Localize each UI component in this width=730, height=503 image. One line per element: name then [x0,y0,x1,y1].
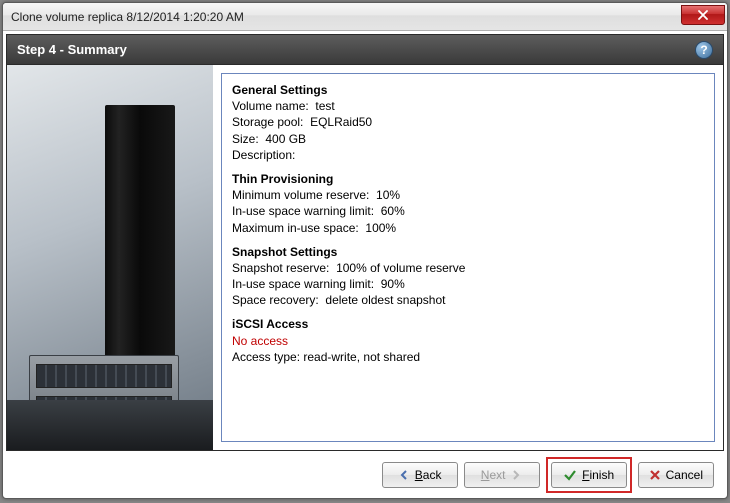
iscsi-access-heading: iSCSI Access [232,316,704,332]
size-row: Size: 400 GB [232,131,704,147]
step-header: Step 4 - Summary ? [6,34,724,64]
next-button: Next [464,462,540,488]
snapshot-inuse-warn-row: In-use space warning limit: 90% [232,276,704,292]
window-title: Clone volume replica 8/12/2014 1:20:20 A… [11,10,681,24]
finish-highlight: Finish [546,457,632,493]
description-row: Description: [232,147,704,163]
cancel-button[interactable]: Cancel [638,462,714,488]
thin-provisioning-heading: Thin Provisioning [232,171,704,187]
help-button[interactable]: ? [695,41,713,59]
access-type-row: Access type: read-write, not shared [232,349,704,365]
finish-button-label: Finish [582,468,614,482]
window-close-button[interactable] [681,5,725,25]
wizard-button-bar: Back Next Finish Cancel [6,455,724,495]
storage-pool-row: Storage pool: EQLRaid50 [232,114,704,130]
titlebar: Clone volume replica 8/12/2014 1:20:20 A… [3,3,727,31]
step-title: Step 4 - Summary [17,42,127,57]
wizard-window: Clone volume replica 8/12/2014 1:20:20 A… [2,2,728,499]
back-button[interactable]: Back [382,462,458,488]
arrow-left-icon [398,469,410,481]
arrow-right-icon [510,469,522,481]
general-settings-heading: General Settings [232,82,704,98]
max-inuse-row: Maximum in-use space: 100% [232,220,704,236]
wizard-body: General Settings Volume name: test Stora… [6,64,724,451]
iscsi-no-access: No access [232,333,704,349]
thin-inuse-warn-row: In-use space warning limit: 60% [232,203,704,219]
close-icon [698,10,708,20]
server-rack-graphic [105,105,175,385]
space-recovery-row: Space recovery: delete oldest snapshot [232,292,704,308]
cancel-icon [649,469,661,481]
next-button-label: Next [481,468,506,482]
wizard-side-image [7,65,213,450]
cancel-button-label: Cancel [666,468,703,482]
volume-name-row: Volume name: test [232,98,704,114]
back-button-label: Back [415,468,442,482]
snapshot-reserve-row: Snapshot reserve: 100% of volume reserve [232,260,704,276]
summary-pane: General Settings Volume name: test Stora… [221,73,715,442]
min-reserve-row: Minimum volume reserve: 10% [232,187,704,203]
snapshot-settings-heading: Snapshot Settings [232,244,704,260]
floor-graphic [7,400,213,450]
check-icon [563,468,577,482]
finish-button[interactable]: Finish [551,462,627,488]
help-icon: ? [700,43,707,57]
